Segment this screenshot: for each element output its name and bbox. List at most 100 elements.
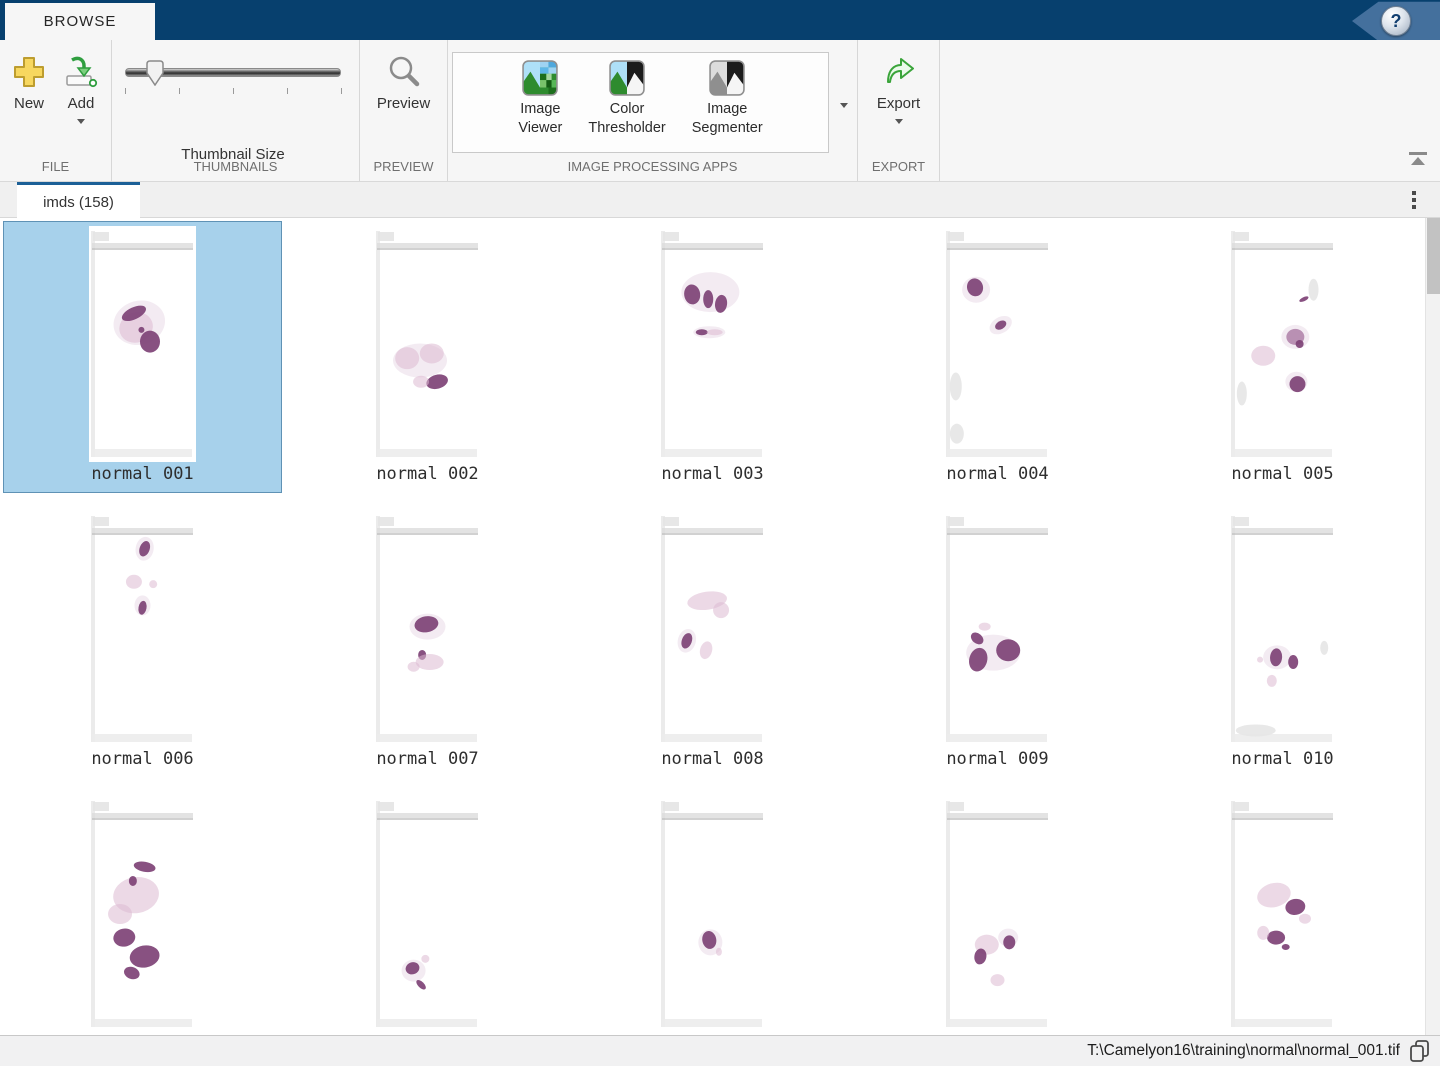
slider-tick bbox=[341, 88, 342, 94]
app-label-line: Thresholder bbox=[588, 119, 665, 138]
image-segmenter-app-icon bbox=[709, 60, 745, 96]
help-banner: ? bbox=[1352, 1, 1440, 41]
preview-button[interactable]: Preview bbox=[369, 40, 439, 159]
thumbnail-label: normal 003 bbox=[661, 464, 763, 484]
thumbnail-cell[interactable]: normal 002 bbox=[285, 218, 570, 503]
apps-section-label: IMAGE PROCESSING APPS bbox=[448, 159, 857, 181]
thumbnail-cell[interactable] bbox=[1140, 788, 1425, 1035]
export-label: Export bbox=[877, 95, 920, 112]
toolstrip: New Add FILE bbox=[0, 40, 1440, 182]
thumbnail-label: normal 010 bbox=[1231, 749, 1333, 769]
thumbnail-cell[interactable]: normal 005 bbox=[1140, 218, 1425, 503]
slide-image bbox=[944, 226, 1051, 462]
collapse-ribbon-icon bbox=[1406, 150, 1430, 168]
slide-image bbox=[944, 511, 1051, 747]
slide-image bbox=[89, 796, 196, 1032]
slide-image bbox=[1229, 796, 1336, 1032]
thumbnail-label: normal 001 bbox=[91, 464, 193, 484]
thumbnail-size-slider[interactable]: Thumbnail Size bbox=[125, 64, 341, 104]
vertical-scrollbar[interactable] bbox=[1425, 218, 1440, 1035]
app-image-segmenter[interactable]: Image Segmenter bbox=[679, 53, 776, 138]
thumbnail-cell[interactable]: normal 006 bbox=[0, 503, 285, 788]
dropdown-arrow-icon bbox=[895, 119, 903, 124]
thumbnail-cell[interactable]: normal 004 bbox=[855, 218, 1140, 503]
new-label: New bbox=[14, 95, 44, 112]
tab-browse[interactable]: BROWSE bbox=[5, 3, 155, 40]
slide-image bbox=[944, 796, 1051, 1032]
slider-tick bbox=[287, 88, 288, 94]
section-export: Export EXPORT bbox=[858, 40, 940, 181]
help-button[interactable]: ? bbox=[1381, 6, 1411, 36]
export-button[interactable]: Export bbox=[866, 40, 932, 159]
thumbnail-cell[interactable]: normal 008 bbox=[570, 503, 855, 788]
thumbnail-cell[interactable]: normal 009 bbox=[855, 503, 1140, 788]
file-section-label: FILE bbox=[0, 159, 111, 181]
titlebar: BROWSE ? bbox=[0, 0, 1440, 40]
slide-image bbox=[659, 511, 766, 747]
thumbnail-label: normal 004 bbox=[946, 464, 1048, 484]
thumbnail-label: normal 006 bbox=[91, 749, 193, 769]
thumbnail-cell[interactable] bbox=[855, 788, 1140, 1035]
gallery-expand-button[interactable] bbox=[831, 52, 857, 159]
new-button[interactable]: New bbox=[3, 40, 55, 159]
app-label-line: Image bbox=[707, 100, 747, 119]
section-file: New Add FILE bbox=[0, 40, 112, 181]
green-share-arrow-icon bbox=[881, 54, 917, 90]
plus-icon bbox=[11, 54, 47, 90]
thumbnail-size-label: Thumbnail Size bbox=[125, 146, 341, 163]
app-label-line: Color bbox=[610, 100, 645, 119]
slide-image bbox=[89, 511, 196, 747]
thumbnail-cell[interactable]: normal 010 bbox=[1140, 503, 1425, 788]
slider-tick bbox=[125, 88, 126, 94]
slide-image bbox=[374, 796, 481, 1032]
collapse-toolstrip-button[interactable] bbox=[1406, 150, 1430, 173]
thumbnail-label: normal 007 bbox=[376, 749, 478, 769]
scrollbar-thumb[interactable] bbox=[1427, 218, 1440, 294]
copy-path-button[interactable] bbox=[1406, 1038, 1434, 1064]
slider-tick bbox=[233, 88, 234, 94]
copy-icon bbox=[1406, 1038, 1434, 1064]
export-section-label: EXPORT bbox=[858, 159, 939, 181]
thumbnail-cell[interactable] bbox=[285, 788, 570, 1035]
add-label: Add bbox=[68, 95, 95, 112]
slide-image bbox=[659, 226, 766, 462]
kebab-menu-icon[interactable] bbox=[1412, 191, 1416, 212]
section-image-processing-apps: Image Viewer bbox=[448, 40, 858, 181]
dropdown-arrow-icon bbox=[840, 103, 848, 108]
app-color-thresholder[interactable]: Color Thresholder bbox=[575, 53, 678, 138]
section-thumbnails: Thumbnail Size THUMBNAILS bbox=[112, 40, 360, 181]
dropdown-arrow-icon bbox=[77, 119, 85, 124]
color-thresholder-app-icon bbox=[609, 60, 645, 96]
slide-image bbox=[1229, 226, 1336, 462]
add-button[interactable]: Add bbox=[55, 40, 107, 159]
app-label-line: Viewer bbox=[518, 119, 562, 138]
thumbnail-cell[interactable]: normal 007 bbox=[285, 503, 570, 788]
download-into-tray-icon bbox=[63, 54, 99, 90]
statusbar: T:\Camelyon16\training\normal\normal_001… bbox=[0, 1035, 1440, 1066]
slide-image bbox=[659, 796, 766, 1032]
thumbnail-cell[interactable]: normal 001 bbox=[0, 218, 285, 503]
image-viewer-app-icon bbox=[522, 60, 558, 96]
thumbnail-cell[interactable] bbox=[570, 788, 855, 1035]
section-preview: Preview PREVIEW bbox=[360, 40, 448, 181]
thumbnail-cell[interactable] bbox=[0, 788, 285, 1035]
thumbnail-label: normal 005 bbox=[1231, 464, 1333, 484]
toolstrip-spacer bbox=[940, 40, 1440, 181]
app-label-line: Segmenter bbox=[692, 119, 763, 138]
slide-image bbox=[374, 226, 481, 462]
app-image-viewer[interactable]: Image Viewer bbox=[505, 53, 575, 138]
slide-image bbox=[1229, 511, 1336, 747]
slide-image bbox=[89, 226, 196, 462]
tab-imds[interactable]: imds (158) bbox=[17, 182, 140, 219]
preview-section-label: PREVIEW bbox=[360, 159, 447, 181]
slide-image bbox=[374, 511, 481, 747]
thumbnail-grid: normal 001 normal 002 normal 003 normal 004… bbox=[0, 218, 1425, 1035]
slider-handle[interactable] bbox=[146, 60, 164, 86]
thumbnail-label: normal 009 bbox=[946, 749, 1048, 769]
slider-tick bbox=[179, 88, 180, 94]
thumbnail-label: normal 008 bbox=[661, 749, 763, 769]
selected-file-path: T:\Camelyon16\training\normal\normal_001… bbox=[1087, 1042, 1400, 1060]
preview-label: Preview bbox=[377, 95, 430, 112]
app-label-line: Image bbox=[520, 100, 560, 119]
thumbnail-cell[interactable]: normal 003 bbox=[570, 218, 855, 503]
